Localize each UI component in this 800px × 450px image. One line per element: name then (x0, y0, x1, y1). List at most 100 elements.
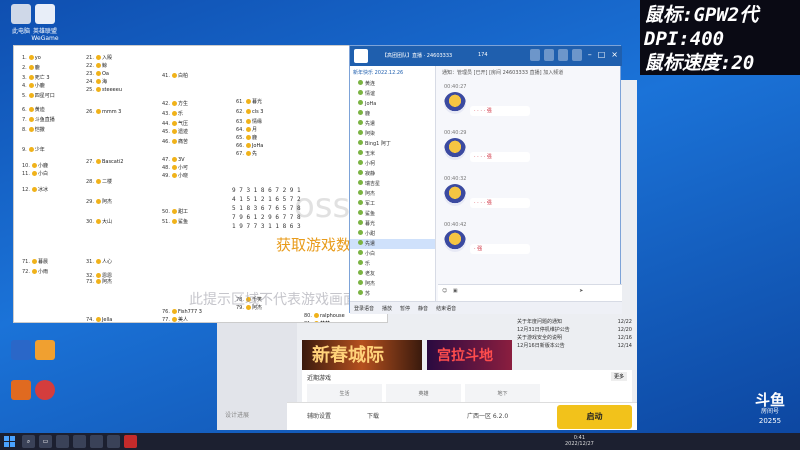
system-clock[interactable]: 0:41 2022/12/27 (565, 435, 594, 447)
list-item[interactable]: 28. 二楼 (86, 178, 112, 186)
promo-banner[interactable]: 宫拉斗地 (427, 340, 512, 372)
list-item[interactable]: 43. 乐 (162, 110, 183, 118)
promo-banner[interactable]: 新春城际 (302, 340, 422, 372)
list-item[interactable]: 4. 小鹿 (22, 82, 45, 90)
close-icon[interactable]: × (611, 50, 618, 59)
send-icon[interactable]: ➤ (579, 288, 583, 294)
list-item[interactable]: 63. 情缘 (236, 118, 262, 126)
user-avatar[interactable] (444, 184, 466, 206)
list-item[interactable]: 45. 遗迹 (162, 128, 188, 136)
news-item[interactable]: 12月31日停机维护公告 12/20 (517, 326, 632, 334)
list-item[interactable]: 71. 暮晨 (22, 258, 48, 266)
app-icon[interactable] (56, 435, 69, 448)
mute-button[interactable]: 静音 (418, 305, 428, 312)
list-item[interactable]: 66. JoHa (236, 142, 263, 150)
list-item[interactable]: 47. 3V (162, 156, 185, 164)
channel-member[interactable]: 寂静 (350, 169, 435, 179)
sidebar-nav-label[interactable]: 设计进展 (225, 410, 249, 419)
channel-member[interactable]: 鹿 (350, 109, 435, 119)
channel-member[interactable]: 先遣 (350, 119, 435, 129)
channel-member[interactable]: 小白 (350, 249, 435, 259)
list-item[interactable]: 80. ralphouse (304, 312, 345, 320)
list-item[interactable]: 12. 冰冰 (22, 186, 48, 194)
list-item[interactable]: 6. 黄迪 (22, 106, 45, 114)
list-item[interactable]: 2. 鹿 (22, 64, 40, 72)
channel-member[interactable]: 黄连 (350, 79, 435, 89)
list-item[interactable]: 48. 小可 (162, 164, 188, 172)
voice-login-button[interactable]: 登录语音 (354, 305, 374, 312)
user-avatar[interactable] (444, 92, 466, 114)
desktop-icon-app4[interactable] (28, 380, 62, 402)
search-icon[interactable]: ⌕ (22, 435, 35, 448)
channel-member[interactable]: 阿柒 (350, 129, 435, 139)
launch-button[interactable]: 启动 (557, 405, 632, 429)
channel-member[interactable]: 乐 (350, 259, 435, 269)
list-item[interactable]: 25. steeeeu (86, 86, 122, 94)
list-item[interactable]: 26. mmm 3 (86, 108, 121, 116)
desktop-icon-game[interactable]: 英雄联盟WeGame (28, 4, 62, 42)
list-item[interactable]: 7. 斗鱼直播 (22, 116, 55, 124)
channel-member[interactable]: 军工 (350, 199, 435, 209)
list-item[interactable]: 42. 方生 (162, 100, 188, 108)
recent-game-card[interactable]: 地下 (465, 384, 540, 404)
channel-member[interactable]: 阿杰 (350, 279, 435, 289)
menu-icon[interactable] (572, 49, 582, 61)
channel-member[interactable]: 先遣 (350, 239, 435, 249)
news-item[interactable]: 关于年度问题的通知 12/22 (517, 318, 632, 326)
channel-member[interactable]: 小柯 (350, 159, 435, 169)
channel-member[interactable]: 玉米 (350, 149, 435, 159)
desktop-icon-app2[interactable] (28, 340, 62, 362)
pause-button[interactable]: 暂停 (400, 305, 410, 312)
channel-member[interactable]: 阿杰 (350, 189, 435, 199)
list-item[interactable]: 22. 鲸 (86, 62, 107, 70)
channel-member[interactable]: 鲨鱼 (350, 209, 435, 219)
list-item[interactable]: 65. 鹿 (236, 134, 257, 142)
list-item[interactable]: 29. 阿杰 (86, 198, 112, 206)
list-item[interactable]: 41. 白柏 (162, 72, 188, 80)
news-item[interactable]: 12月16日新版本公告 12/14 (517, 342, 632, 350)
list-item[interactable]: 77. 美人 (162, 316, 188, 322)
server-select[interactable]: 广西一区 6.2.0 (467, 411, 508, 420)
channel-member[interactable]: JoHa (350, 99, 435, 109)
image-icon[interactable]: ▣ (453, 288, 458, 294)
list-item[interactable]: 73. 阿杰 (86, 278, 112, 286)
home-icon[interactable] (530, 49, 540, 61)
play-button[interactable]: 播放 (382, 305, 392, 312)
list-item[interactable]: 3. 死亡 3 (22, 74, 50, 82)
list-item[interactable]: 9. 少年 (22, 146, 45, 154)
list-item[interactable]: 62. cls 3 (236, 108, 263, 116)
channel-member[interactable]: Bing1 阿丁 (350, 139, 435, 149)
list-item[interactable]: 8. 恺撒 (22, 126, 45, 134)
list-item[interactable]: 64. 月 (236, 126, 257, 134)
list-item[interactable]: 30. 大山 (86, 218, 112, 226)
list-item[interactable]: 46. 痛苦 (162, 138, 188, 146)
list-item[interactable]: 23. Oa (86, 70, 109, 78)
channel-member[interactable]: 老友 (350, 269, 435, 279)
app-icon[interactable] (544, 49, 554, 61)
news-item[interactable]: 关于游戏安全的说明 12/16 (517, 334, 632, 342)
maximize-icon[interactable]: □ (598, 50, 606, 59)
list-item[interactable]: 81. 楚楚 (304, 320, 330, 322)
recent-game-card[interactable]: 生活 (307, 384, 382, 404)
list-item[interactable]: 74. Jella (86, 316, 112, 322)
list-item[interactable]: 21. 入殿 (86, 54, 112, 62)
user-avatar[interactable] (444, 138, 466, 160)
channel-member[interactable]: 暮光 (350, 219, 435, 229)
minimize-icon[interactable]: – (588, 50, 592, 59)
list-item[interactable]: 24. 海 (86, 78, 107, 86)
app-icon[interactable] (124, 435, 137, 448)
channel-member[interactable]: 情谊 (350, 89, 435, 99)
download-button[interactable]: 下载 (367, 411, 379, 420)
gamepad-icon[interactable] (558, 49, 568, 61)
app-icon[interactable] (90, 435, 103, 448)
app-icon[interactable] (73, 435, 86, 448)
list-item[interactable]: 31. 人心 (86, 258, 112, 266)
list-item[interactable]: 1. yo (22, 54, 41, 62)
user-avatar[interactable] (444, 230, 466, 252)
start-button[interactable] (4, 436, 15, 447)
list-item[interactable]: 67. 先 (236, 150, 257, 158)
channel-member[interactable]: 小甜 (350, 229, 435, 239)
list-item[interactable]: 10. 小鹿 (22, 162, 48, 170)
list-item[interactable]: 76. Fish777 3 (162, 308, 202, 316)
emoji-icon[interactable]: ☺ (442, 288, 447, 294)
